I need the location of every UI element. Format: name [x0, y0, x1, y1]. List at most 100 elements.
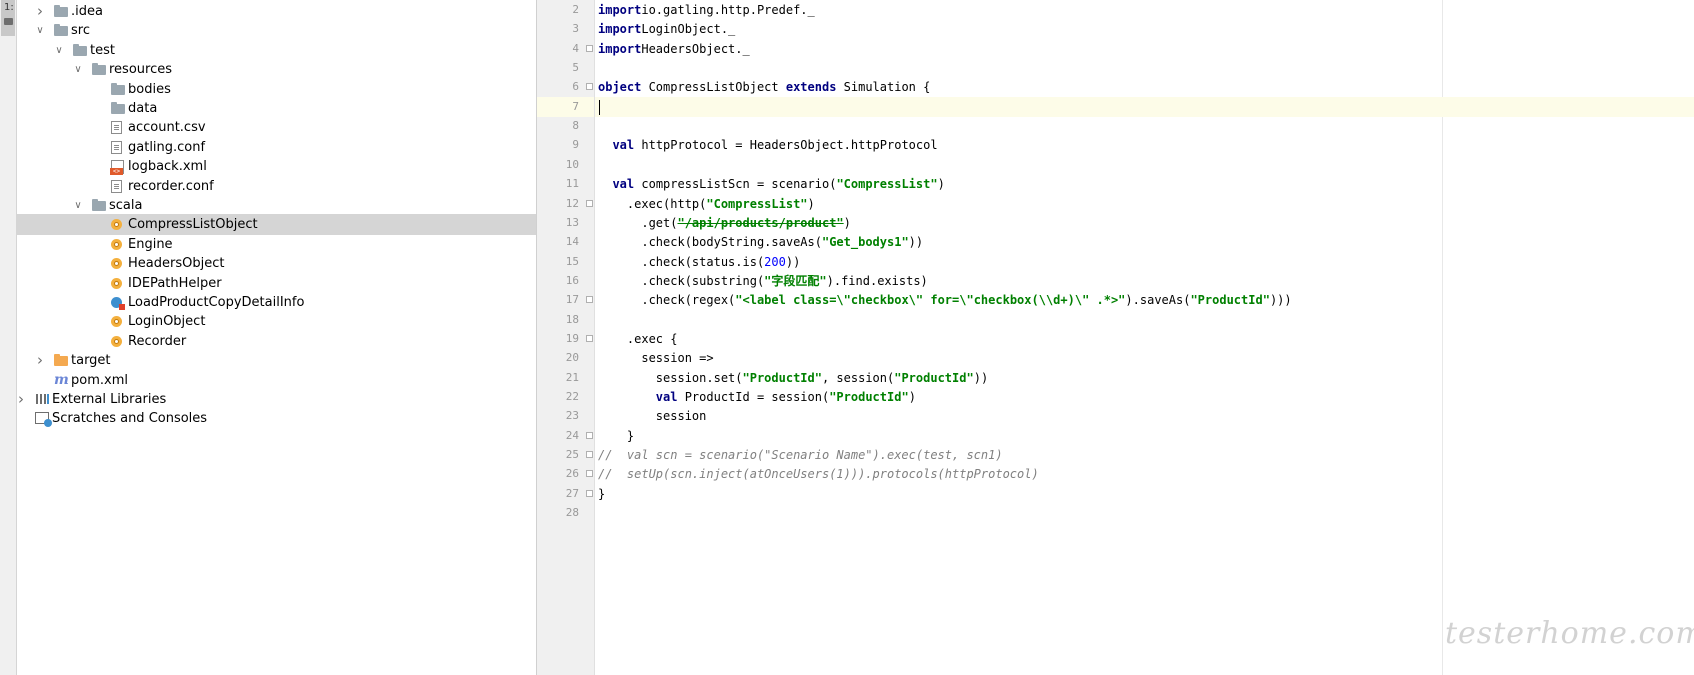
code-line[interactable]: 2 importio.gatling.http.Predef._	[537, 0, 1694, 20]
code-line[interactable]: 20 session =>	[537, 348, 1694, 368]
code-line[interactable]: 11 val compressListScn = scenario("Compr…	[537, 174, 1694, 194]
tree-item[interactable]: account.csv	[17, 117, 536, 138]
tree-item[interactable]: LoginObject	[17, 311, 536, 332]
chevron-down-icon[interactable]: ∨	[53, 40, 65, 61]
code-line[interactable]: 22 val ProductId = session("ProductId")	[537, 387, 1694, 407]
fold-marker-icon[interactable]	[586, 83, 593, 91]
tree-item[interactable]: data	[17, 98, 536, 119]
line-number: 5	[572, 61, 579, 75]
tree-item[interactable]: ∨ scala	[17, 195, 536, 216]
fold-marker-icon[interactable]	[586, 44, 593, 52]
folder-icon	[73, 43, 87, 57]
tree-item-label: src	[71, 23, 90, 39]
tree-item[interactable]: ∨ src	[17, 20, 536, 41]
code-line[interactable]: 16 .check(substring("字段匹配").find.exists)	[537, 271, 1694, 291]
code-line[interactable]: 21 session.set("ProductId", session("Pro…	[537, 368, 1694, 388]
line-number: 28	[565, 506, 579, 520]
code-line[interactable]: 18	[537, 310, 1694, 330]
tree-item-label: External Libraries	[52, 392, 167, 407]
code-line[interactable]: 13 .get("/api/products/product")	[537, 213, 1694, 233]
fold-marker-icon[interactable]	[586, 489, 593, 497]
code-line[interactable]: 8	[537, 116, 1694, 136]
tree-item[interactable]: HeadersObject	[17, 253, 536, 274]
tree-item[interactable]: logback.xml	[17, 156, 536, 177]
tree-item[interactable]: Engine	[17, 234, 536, 255]
tree-item[interactable]: CompressListObject	[17, 214, 536, 236]
tree-item-label: gatling.conf	[128, 139, 206, 155]
code-line[interactable]: 6 object CompressListObject extends Simul…	[537, 77, 1694, 97]
code-line[interactable]: 19 .exec {	[537, 329, 1694, 349]
code-line[interactable]: 24 }	[537, 426, 1694, 446]
line-number: 9	[572, 138, 579, 152]
scala-object-icon	[111, 258, 122, 270]
code-line[interactable]: 23 session	[537, 406, 1694, 426]
code-text: }	[598, 486, 606, 501]
tree-item[interactable]: ∨ test	[17, 40, 536, 61]
project-tool-tab[interactable]: 1:	[1, 0, 15, 36]
tree-item-label: HeadersObject	[128, 256, 225, 272]
excluded-folder-icon	[54, 354, 68, 367]
code-text: .check(bodyString.saveAs("Get_bodys1"))	[598, 235, 924, 250]
tree-item[interactable]: recorder.conf	[17, 176, 536, 197]
tree-item-label: recorder.conf	[128, 178, 214, 194]
code-line[interactable]: 17 .check(regex("<label class=\"checkbox…	[537, 290, 1694, 310]
project-tree[interactable]: › .idea ∨ src ∨ test ∨ resources bodies data accou…	[17, 0, 537, 675]
code-line[interactable]: 5	[537, 58, 1694, 78]
code-line[interactable]: 7	[537, 96, 1694, 117]
code-line[interactable]: 10	[537, 155, 1694, 175]
code-text: importHeadersObject._	[598, 41, 750, 56]
fold-marker-icon[interactable]	[586, 470, 593, 478]
tree-item[interactable]: › External Libraries	[17, 389, 536, 410]
code-text: val ProductId = session("ProductId")	[655, 390, 916, 404]
line-number: 2	[572, 3, 579, 16]
code-line[interactable]: 26 // setUp(scn.inject(atOnceUsers(1))).p…	[537, 464, 1694, 484]
code-line[interactable]: 15 .check(status.is(200))	[537, 252, 1694, 272]
tree-item[interactable]: ∨ resources	[17, 59, 536, 80]
line-number: 12	[565, 196, 579, 210]
tree-item[interactable]: Scratches and Consoles	[17, 408, 536, 429]
chevron-right-icon[interactable]: ›	[34, 1, 46, 22]
project-tab-label: 1:	[4, 2, 14, 13]
scratches-icon	[35, 412, 52, 428]
line-number: 16	[565, 273, 579, 287]
code-text: object CompressListObject extends Simula…	[598, 80, 931, 95]
fold-marker-icon[interactable]	[586, 451, 593, 459]
code-line[interactable]: 9 val httpProtocol = HeadersObject.httpP…	[537, 135, 1694, 155]
fold-marker-icon[interactable]	[586, 296, 593, 304]
fold-marker-icon[interactable]	[586, 431, 593, 439]
tree-item[interactable]: › target	[17, 350, 536, 371]
tree-item[interactable]: LoadProductCopyDetailInfo	[17, 292, 536, 313]
tree-item[interactable]: gatling.conf	[17, 137, 536, 158]
code-text: // setUp(scn.inject(atOnceUsers(1))).pro…	[598, 467, 1039, 482]
code-line[interactable]: 12 .exec(http("CompressList")	[537, 194, 1694, 214]
line-number: 24	[565, 428, 579, 442]
line-number: 26	[565, 467, 579, 481]
tree-item[interactable]: m pom.xml	[17, 370, 536, 391]
tree-item-label: test	[90, 42, 115, 58]
chevron-down-icon[interactable]: ∨	[72, 195, 84, 216]
tree-item[interactable]: IDEPathHelper	[17, 273, 536, 294]
code-line[interactable]: 3 importLoginObject._	[537, 19, 1694, 39]
code-text: .exec {	[598, 331, 678, 346]
code-line[interactable]: 28	[537, 503, 1694, 523]
code-editor[interactable]: 2 importio.gatling.http.Predef._ 3 importLo…	[537, 0, 1694, 675]
tree-item[interactable]: bodies	[17, 79, 536, 100]
chevron-right-icon[interactable]: ›	[15, 389, 27, 410]
code-line[interactable]: 14 .check(bodyString.saveAs("Get_bodys1"…	[537, 232, 1694, 252]
code-line[interactable]: 27}	[537, 484, 1694, 504]
fold-marker-icon[interactable]	[586, 334, 593, 342]
scala-object-icon	[111, 238, 122, 250]
chevron-down-icon[interactable]: ∨	[34, 20, 46, 41]
folder-icon	[92, 199, 106, 212]
chevron-down-icon[interactable]: ∨	[72, 59, 84, 80]
code-line[interactable]: 4 importHeadersObject._	[537, 39, 1694, 59]
tree-item[interactable]: › .idea	[17, 1, 536, 22]
fold-marker-icon[interactable]	[586, 199, 593, 207]
chevron-right-icon[interactable]: ›	[34, 350, 46, 371]
line-number: 25	[565, 448, 579, 462]
scala-object-icon	[111, 277, 122, 289]
tree-item[interactable]: Recorder	[17, 331, 536, 352]
folder-icon	[111, 82, 125, 96]
code-line[interactable]: 25 // val scn = scenario("Scenario Name")…	[537, 445, 1694, 465]
code-text: .check(regex("<label class=\"checkbox\" …	[598, 293, 1292, 308]
